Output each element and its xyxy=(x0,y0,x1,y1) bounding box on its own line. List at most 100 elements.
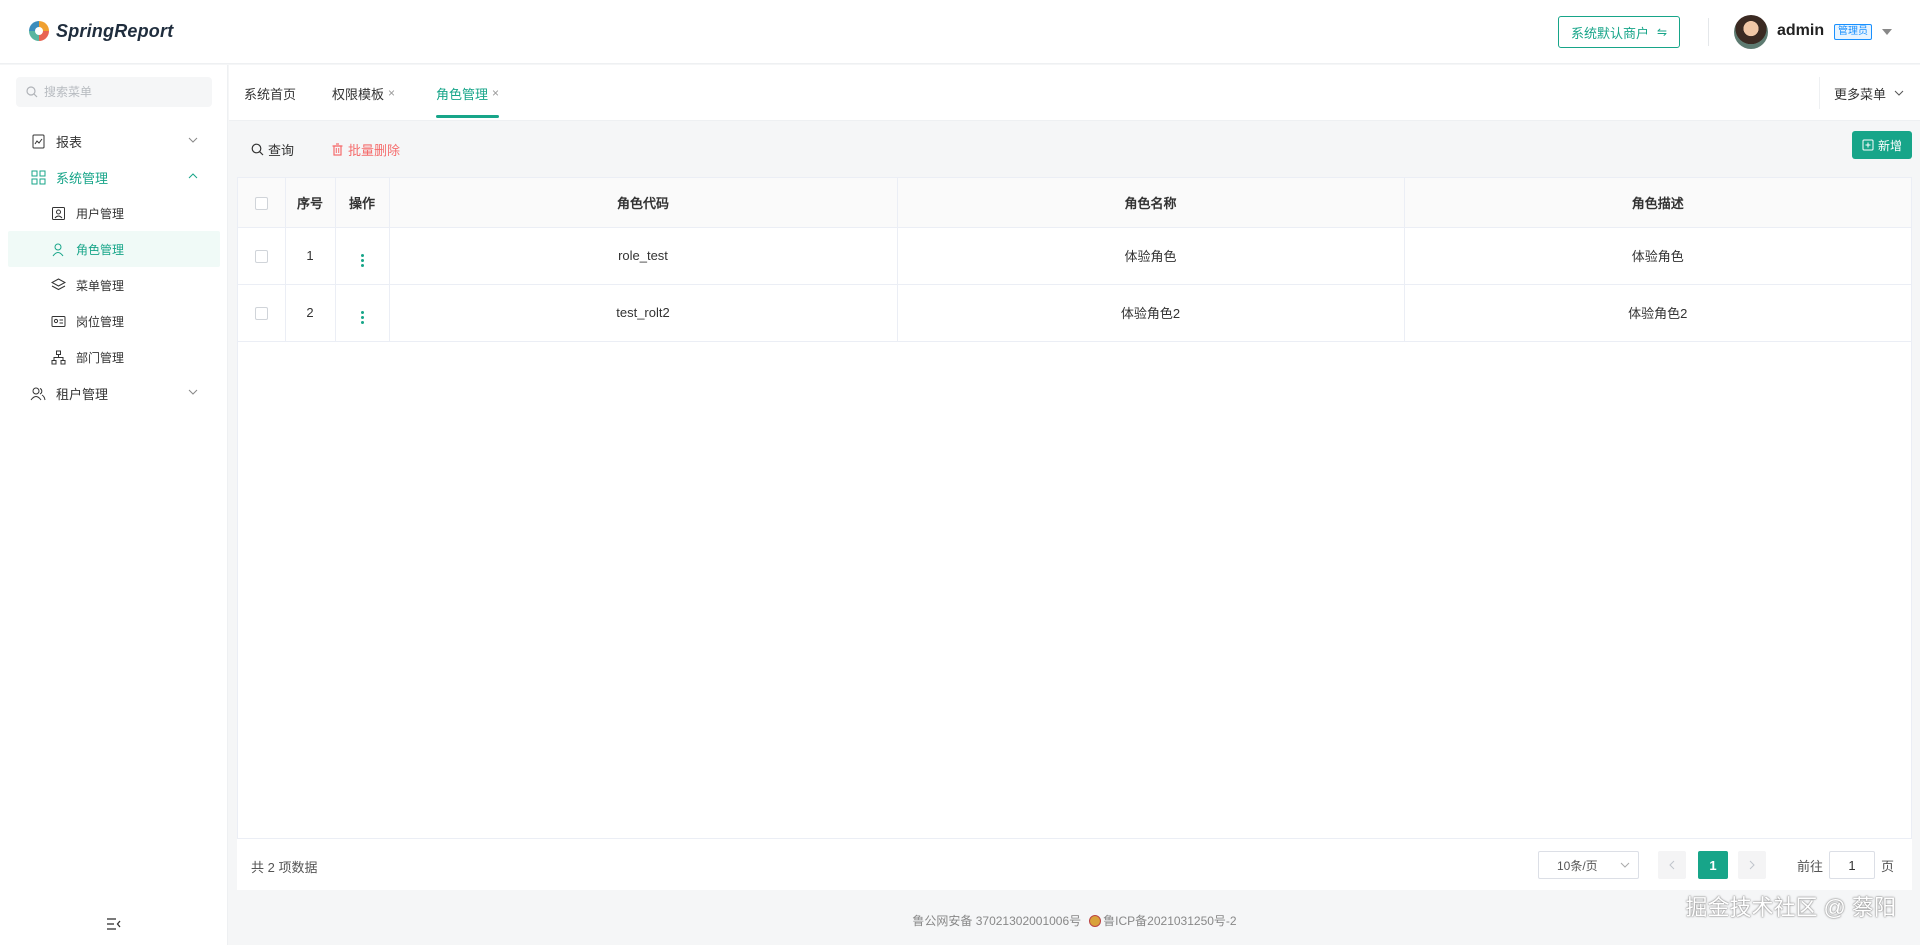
role-badge: 管理员 xyxy=(1834,24,1872,40)
role-desc: 体验角色 xyxy=(1404,227,1911,285)
trash-icon xyxy=(332,142,343,156)
row-index: 2 xyxy=(285,284,336,342)
search-icon xyxy=(251,143,264,155)
header-divider xyxy=(1708,18,1709,46)
plus-square-icon xyxy=(1862,139,1874,151)
sidebar-subitem-label: 角色管理 xyxy=(76,242,125,257)
close-icon[interactable]: × xyxy=(388,86,395,100)
sidebar-subitem-departments[interactable]: 部门管理 xyxy=(0,339,228,375)
sidebar-item-report[interactable]: 报表 xyxy=(0,123,228,159)
row-select-cell xyxy=(238,227,286,285)
select-all-checkbox[interactable] xyxy=(254,196,268,210)
page-size-select[interactable]: 10条/页 xyxy=(1538,851,1639,879)
row-index: 1 xyxy=(285,227,336,285)
site-footer: 鲁公网安备 37021302001006号 鲁ICP备2021031250号-2 xyxy=(229,912,1920,929)
add-button[interactable]: 新增 xyxy=(1851,131,1912,159)
tab-permission-template[interactable]: 权限模板 × xyxy=(332,65,395,121)
query-button[interactable]: 查询 xyxy=(251,135,294,163)
add-label: 新增 xyxy=(1877,138,1902,153)
sidebar-item-label: 报表 xyxy=(56,134,83,150)
chevron-down-icon xyxy=(1894,90,1904,96)
menu-search-input[interactable] xyxy=(44,85,204,99)
batch-delete-button[interactable]: 批量删除 xyxy=(331,135,400,163)
table-row[interactable]: 1 role_test 体验角色 体验角色 xyxy=(238,227,1911,285)
row-actions-cell xyxy=(335,284,390,342)
id-card-icon xyxy=(50,313,66,329)
pagination-bar: 共 2 项数据 10条/页 1 前往 页 xyxy=(237,838,1912,890)
more-menu-label: 更多菜单 xyxy=(1833,86,1886,102)
org-icon xyxy=(50,349,66,365)
sidebar-item-system[interactable]: 系统管理 xyxy=(0,159,228,195)
top-header: SpringReport 系统默认商户 ⇋ admin 管理员 xyxy=(0,0,1920,64)
tab-home[interactable]: 系统首页 xyxy=(244,65,296,121)
collapse-sidebar-icon[interactable] xyxy=(106,917,122,931)
police-badge-icon xyxy=(1089,914,1102,927)
tab-role-management[interactable]: 角色管理 × xyxy=(436,65,500,121)
caret-down-icon[interactable] xyxy=(1882,29,1892,35)
role-name: 体验角色2 xyxy=(897,284,1405,342)
tenant-switch-button[interactable]: 系统默认商户 ⇋ xyxy=(1558,16,1681,48)
watermark: 掘金技术社区 @ 蔡阳 xyxy=(1685,895,1896,920)
sidebar-item-label: 租户管理 xyxy=(56,386,109,402)
more-actions-icon[interactable] xyxy=(360,310,364,324)
tabs-bar: 系统首页 权限模板 × 角色管理 × 更多菜单 xyxy=(229,65,1920,121)
toolbar: 查询 批量删除 新增 xyxy=(237,121,1912,177)
table-row[interactable]: 2 test_rolt2 体验角色2 体验角色2 xyxy=(238,284,1911,342)
column-header[interactable]: 角色代码 xyxy=(389,178,898,228)
column-header: 序号 xyxy=(285,178,336,228)
chevron-right-icon xyxy=(1749,860,1755,870)
prev-page-button[interactable] xyxy=(1658,851,1686,879)
layers-icon xyxy=(50,277,66,293)
next-page-button[interactable] xyxy=(1738,851,1766,879)
goto-prefix: 前往 xyxy=(1797,858,1824,874)
tab-label: 权限模板 xyxy=(332,86,385,102)
user-card-icon xyxy=(50,205,66,221)
chevron-up-icon xyxy=(188,173,198,179)
role-code: test_rolt2 xyxy=(389,284,898,342)
switch-icon: ⇋ xyxy=(1657,25,1668,39)
sidebar-subitem-posts[interactable]: 岗位管理 xyxy=(0,303,228,339)
goto-suffix: 页 xyxy=(1881,858,1895,874)
page-number-current[interactable]: 1 xyxy=(1698,851,1728,879)
sidebar-subitem-roles[interactable]: 角色管理 xyxy=(8,231,220,267)
avatar[interactable] xyxy=(1734,15,1768,49)
more-menu-dropdown[interactable]: 更多菜单 xyxy=(1818,77,1920,109)
row-checkbox[interactable] xyxy=(254,250,268,264)
role-code: role_test xyxy=(389,227,898,285)
column-header[interactable]: 角色名称 xyxy=(897,178,1405,228)
side-menu: 报表 系统管理 用户管理 角色管理 菜单管理 岗位管理 部门管理 租户管理 xyxy=(0,123,228,411)
icp-record-link[interactable]: 鲁ICP备2021031250号-2 xyxy=(1103,912,1236,929)
police-record-link[interactable]: 鲁公网安备 37021302001006号 xyxy=(912,912,1081,929)
username[interactable]: admin xyxy=(1777,22,1824,40)
menu-search[interactable] xyxy=(16,77,212,107)
search-icon xyxy=(26,86,38,98)
row-select-cell xyxy=(238,284,286,342)
sidebar-subitem-menus[interactable]: 菜单管理 xyxy=(0,267,228,303)
sidebar-subitem-label: 部门管理 xyxy=(76,350,125,365)
goto-page: 前往 页 xyxy=(1797,851,1894,879)
chevron-down-icon xyxy=(188,389,198,395)
role-desc: 体验角色2 xyxy=(1404,284,1911,342)
close-icon[interactable]: × xyxy=(492,86,499,100)
users-icon xyxy=(30,385,46,401)
table-header-row: 序号 操作 角色代码 角色名称 角色描述 xyxy=(238,178,1911,228)
report-icon xyxy=(30,133,46,149)
tenant-label: 系统默认商户 xyxy=(1571,25,1650,41)
query-label: 查询 xyxy=(268,142,295,158)
select-all-cell xyxy=(238,178,286,228)
more-actions-icon[interactable] xyxy=(360,253,364,267)
brand-name: SpringReport xyxy=(56,20,174,41)
sidebar-subitem-label: 菜单管理 xyxy=(76,278,125,293)
row-actions-cell xyxy=(335,227,390,285)
tab-label: 角色管理 xyxy=(436,86,489,102)
row-checkbox[interactable] xyxy=(254,307,268,321)
column-header[interactable]: 角色描述 xyxy=(1404,178,1911,228)
sidebar-subitem-label: 用户管理 xyxy=(76,206,125,221)
sidebar-item-tenants[interactable]: 租户管理 xyxy=(0,375,228,411)
role-name: 体验角色 xyxy=(897,227,1405,285)
goto-page-input[interactable] xyxy=(1829,851,1876,879)
sidebar-subitem-users[interactable]: 用户管理 xyxy=(0,195,228,231)
batch-delete-label: 批量删除 xyxy=(348,142,401,158)
role-table: 序号 操作 角色代码 角色名称 角色描述 1 role_test 体验角色 体验… xyxy=(237,177,1912,890)
app-logo[interactable]: SpringReport xyxy=(28,20,173,42)
